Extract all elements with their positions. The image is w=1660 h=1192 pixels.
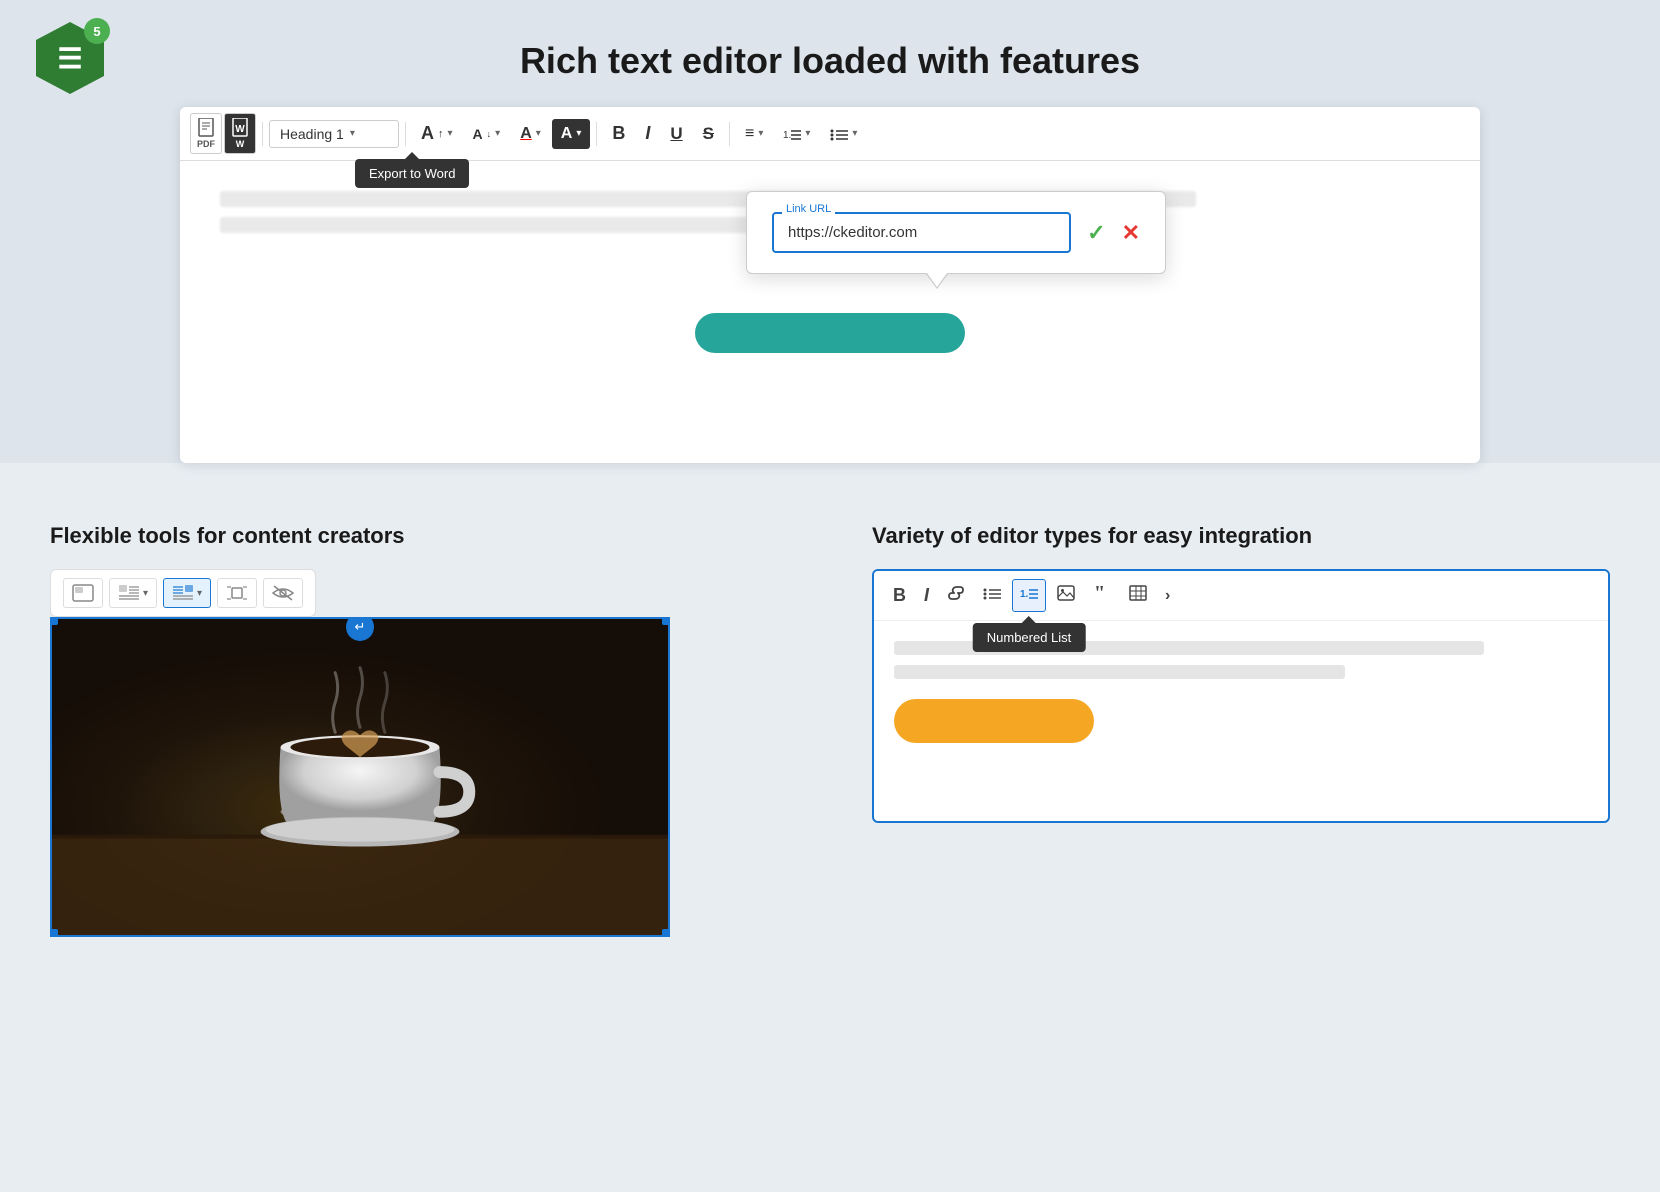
mini-bold-button[interactable]: B: [886, 580, 913, 611]
separator-4: [729, 122, 730, 146]
font-color-button[interactable]: A ▾: [511, 119, 550, 149]
strikethrough-button[interactable]: S: [694, 118, 723, 150]
wrap-chevron-icon: ▾: [143, 588, 148, 599]
wrap-active-chevron-icon: ▾: [197, 588, 202, 599]
resize-handle-tr[interactable]: [662, 617, 670, 625]
export-pdf-button[interactable]: PDF: [190, 113, 222, 154]
align-button[interactable]: ≡ ▾: [736, 119, 772, 149]
link-url-input[interactable]: [772, 212, 1071, 253]
font-color-icon: A: [520, 125, 532, 143]
font-size-up-icon: A: [421, 123, 434, 144]
svg-text:": ": [1094, 585, 1105, 601]
flexible-tools-card: Flexible tools for content creators ▾ ▾: [20, 493, 818, 937]
heading-dropdown[interactable]: Heading 1 ▾: [269, 120, 399, 148]
link-popup: Link URL ✓ ✕: [746, 191, 1166, 274]
mini-numbered-list-button[interactable]: 1.: [1012, 579, 1046, 612]
editor-body: Link URL ✓ ✕: [180, 161, 1480, 423]
logo-container: ☰ 5: [30, 18, 110, 103]
font-size-increase-button[interactable]: A ↑ ▾: [412, 117, 462, 150]
font-color-chevron-icon: ▾: [536, 128, 541, 139]
link-confirm-button[interactable]: ✓: [1087, 220, 1105, 246]
italic-button[interactable]: I: [636, 117, 659, 150]
bold-icon: B: [612, 123, 625, 144]
font-size-up-arrow: ↑: [438, 128, 444, 140]
align-icon: ≡: [745, 125, 754, 143]
heading-value: Heading 1: [280, 126, 344, 142]
separator-2: [405, 122, 406, 146]
tooltip-text: Numbered List: [987, 630, 1072, 645]
bullet-list-chevron-icon: ▾: [852, 128, 857, 139]
variety-title: Variety of editor types for easy integra…: [872, 523, 1610, 549]
word-label: W: [236, 139, 245, 149]
italic-icon: I: [645, 123, 650, 144]
numbered-list-button[interactable]: 1. ▾: [774, 120, 819, 148]
variety-card: Variety of editor types for easy integra…: [842, 493, 1640, 937]
flexible-tools-title: Flexible tools for content creators: [50, 523, 788, 549]
page-title: Rich text editor loaded with features: [520, 40, 1140, 82]
editor-toolbar: PDF W W Export to Word Heading 1 ▾ A ↑ ▾: [180, 107, 1480, 161]
heading-chevron-icon: ▾: [350, 128, 355, 139]
image-wrap-left-button[interactable]: ▾: [109, 578, 157, 608]
font-bg-button[interactable]: A ▾: [552, 119, 591, 149]
underline-icon: U: [670, 124, 682, 144]
mini-editor: B I 1. N: [872, 569, 1610, 823]
bullet-list-icon: [830, 126, 848, 142]
mini-image-button[interactable]: [1050, 580, 1082, 611]
image-wrap-right-button[interactable]: ▾: [163, 578, 211, 608]
resize-handle-tl[interactable]: [50, 617, 58, 625]
font-size-down-chevron-icon: ▾: [495, 128, 500, 139]
tooltip-arrow: [1022, 616, 1036, 623]
separator-1: [262, 122, 263, 146]
image-inline-button[interactable]: [63, 578, 103, 608]
bullet-list-button[interactable]: ▾: [821, 120, 866, 148]
font-bg-chevron-icon: ▾: [576, 128, 581, 139]
mini-table-button[interactable]: [1122, 580, 1154, 611]
link-url-label: Link URL: [782, 203, 835, 215]
mini-text-line-2: [894, 665, 1345, 679]
mini-numbered-list-wrapper: 1. Numbered List: [1012, 579, 1046, 612]
resize-handle-br[interactable]: [662, 929, 670, 937]
separator-3: [596, 122, 597, 146]
numbered-list-chevron-icon: ▾: [805, 128, 810, 139]
resize-handle-bl[interactable]: [50, 929, 58, 937]
svg-text:1.: 1.: [1020, 589, 1029, 600]
svg-text:1.: 1.: [783, 130, 791, 141]
mini-more-button[interactable]: ›: [1158, 582, 1177, 610]
mini-link-button[interactable]: [940, 580, 972, 611]
pdf-label: PDF: [197, 139, 215, 149]
svg-text:☰: ☰: [57, 43, 82, 74]
link-cancel-button[interactable]: ✕: [1122, 220, 1140, 246]
underline-button[interactable]: U: [661, 118, 691, 150]
mini-quote-button[interactable]: ": [1086, 580, 1118, 611]
align-chevron-icon: ▾: [758, 128, 763, 139]
mini-italic-button[interactable]: I: [917, 580, 936, 611]
image-hide-button[interactable]: [263, 578, 303, 608]
numbered-list-tooltip: Numbered List: [973, 623, 1086, 652]
image-break-button[interactable]: [217, 578, 257, 608]
editor-container: PDF W W Export to Word Heading 1 ▾ A ↑ ▾: [180, 107, 1480, 463]
font-bg-icon: A: [561, 125, 573, 143]
editor-teal-button: [695, 313, 965, 353]
mini-yellow-button: [894, 699, 1094, 743]
mini-bullet-button[interactable]: [976, 580, 1008, 611]
export-word-button[interactable]: W W Export to Word: [224, 113, 256, 154]
export-tooltip: Export to Word: [355, 159, 469, 188]
svg-text:W: W: [235, 124, 245, 135]
image-area: ↵: [50, 617, 670, 937]
font-size-down-arrow: ↓: [487, 129, 492, 139]
font-size-up-chevron-icon: ▾: [448, 128, 453, 139]
bold-button[interactable]: B: [603, 117, 634, 150]
numbered-list-icon: 1.: [783, 126, 801, 142]
font-size-down-icon: A: [473, 126, 483, 142]
strikethrough-icon: S: [703, 124, 714, 144]
coffee-image: [52, 619, 668, 935]
mini-editor-toolbar: B I 1. N: [874, 571, 1608, 621]
font-size-decrease-button[interactable]: A ↓ ▾: [464, 120, 510, 148]
notification-badge: 5: [84, 18, 110, 44]
image-toolbar: ▾ ▾: [50, 569, 316, 617]
bottom-sections: Flexible tools for content creators ▾ ▾: [0, 463, 1660, 967]
link-field-wrapper: Link URL: [772, 212, 1071, 253]
